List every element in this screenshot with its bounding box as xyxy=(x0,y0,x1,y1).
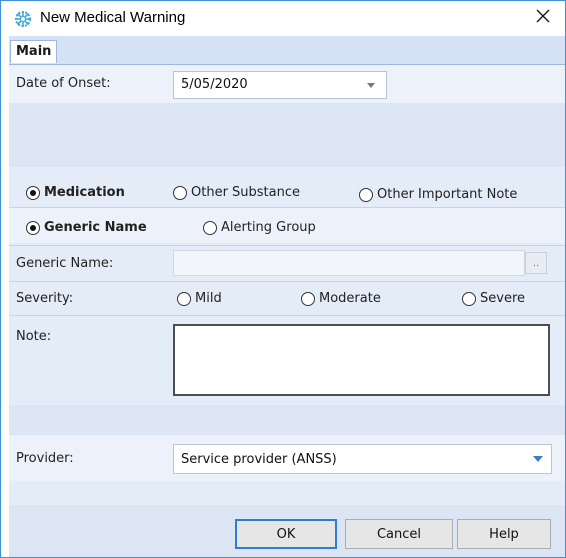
divider xyxy=(9,245,565,246)
window-title: New Medical Warning xyxy=(40,9,186,26)
radio-severity-moderate[interactable]: Moderate xyxy=(301,291,381,306)
tab-strip: Main xyxy=(9,36,565,65)
radio-alerting-group[interactable]: Alerting Group xyxy=(203,220,316,235)
radio-generic-name-label: Generic Name xyxy=(44,220,147,235)
date-of-onset-label: Date of Onset: xyxy=(16,76,111,91)
radio-severity-moderate-label: Moderate xyxy=(319,291,381,306)
ok-button[interactable]: OK xyxy=(235,519,337,549)
radio-severity-mild-label: Mild xyxy=(195,291,222,306)
radio-generic-name[interactable]: Generic Name xyxy=(26,220,147,235)
radio-severity-mild[interactable]: Mild xyxy=(177,291,222,306)
radio-unselected-icon xyxy=(203,220,217,235)
generic-name-label: Generic Name: xyxy=(16,256,114,271)
title-bar: New Medical Warning xyxy=(1,1,565,35)
close-icon xyxy=(536,9,550,27)
radio-medication-label: Medication xyxy=(44,185,125,200)
note-textarea[interactable] xyxy=(173,324,550,396)
divider xyxy=(9,207,565,208)
spacer-band xyxy=(9,103,565,167)
form-panel: Date of Onset: 5/05/2020 Medication Othe… xyxy=(9,65,565,557)
dialog-window: New Medical Warning Main Date of Onset: … xyxy=(0,0,566,558)
radio-other-important-note[interactable]: Other Important Note xyxy=(359,187,517,202)
date-of-onset-picker[interactable]: 5/05/2020 xyxy=(173,71,387,99)
radio-unselected-icon xyxy=(173,185,187,200)
note-label: Note: xyxy=(16,329,52,344)
chevron-down-icon[interactable] xyxy=(362,72,380,98)
provider-dropdown[interactable]: Service provider (ANSS) xyxy=(173,444,552,474)
radio-severity-severe-label: Severe xyxy=(480,291,525,306)
radio-selected-icon xyxy=(26,220,40,235)
cancel-button[interactable]: Cancel xyxy=(345,519,453,549)
generic-name-field[interactable] xyxy=(173,250,525,276)
divider xyxy=(9,315,565,316)
provider-label: Provider: xyxy=(16,451,74,466)
help-button[interactable]: Help xyxy=(457,519,551,549)
divider xyxy=(9,281,565,282)
severity-label: Severity: xyxy=(16,291,74,306)
radio-unselected-icon xyxy=(301,291,315,306)
generic-name-lookup-button[interactable]: .. xyxy=(525,252,547,274)
radio-other-important-note-label: Other Important Note xyxy=(377,187,518,202)
radio-unselected-icon xyxy=(359,187,373,202)
radio-unselected-icon xyxy=(177,291,191,306)
tab-main[interactable]: Main xyxy=(10,40,58,63)
radio-unselected-icon xyxy=(462,291,476,306)
date-of-onset-value: 5/05/2020 xyxy=(181,77,248,92)
provider-value: Service provider (ANSS) xyxy=(181,452,337,467)
radio-medication[interactable]: Medication xyxy=(26,185,125,200)
radio-selected-icon xyxy=(26,185,40,200)
chevron-down-icon[interactable] xyxy=(529,445,547,473)
close-button[interactable] xyxy=(521,1,565,35)
radio-severity-severe[interactable]: Severe xyxy=(462,291,525,306)
radio-alerting-group-label: Alerting Group xyxy=(221,220,316,235)
radio-other-substance-label: Other Substance xyxy=(191,185,301,200)
spacer-band xyxy=(9,405,565,435)
radio-other-substance[interactable]: Other Substance xyxy=(173,185,300,200)
medical-star-icon xyxy=(13,9,33,29)
